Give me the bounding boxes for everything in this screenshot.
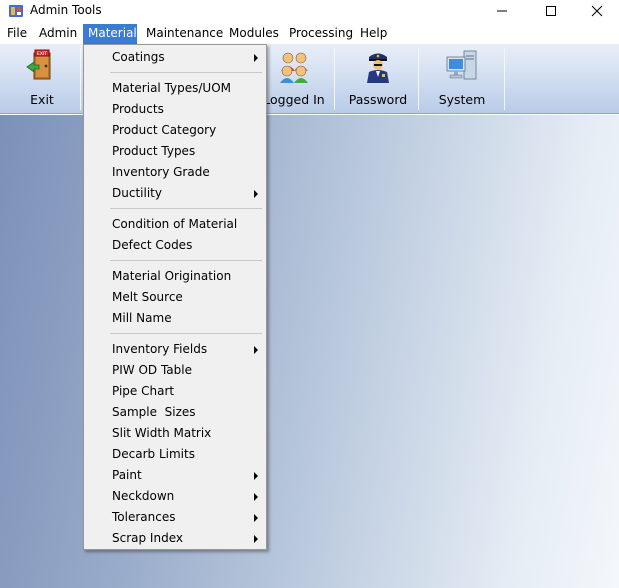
menu-separator [110, 72, 262, 73]
logged-in-label: Logged In [263, 92, 325, 107]
menu-item-label: Sample Sizes [112, 405, 196, 419]
window-title: Admin Tools [30, 3, 102, 17]
menu-item-label: Coatings [112, 50, 165, 64]
exit-button[interactable]: EXIT Exit [4, 46, 80, 112]
password-label: Password [348, 92, 408, 107]
police-officer-icon [361, 49, 395, 83]
menu-item-decarb-limits[interactable]: Decarb Limits [84, 444, 266, 465]
menu-item-neckdown[interactable]: Neckdown [84, 486, 266, 507]
menu-material[interactable]: Material [83, 24, 137, 44]
menu-item-products[interactable]: Products [84, 99, 266, 120]
system-button[interactable]: System [424, 46, 500, 112]
menu-item-label: Defect Codes [112, 238, 193, 252]
menu-item-label: Tolerances [112, 510, 176, 524]
menu-item-sample-sizes[interactable]: Sample Sizes [84, 402, 266, 423]
chevron-right-icon [254, 493, 258, 501]
chevron-right-icon [254, 346, 258, 354]
menu-separator [110, 260, 262, 261]
menu-item-label: Product Types [112, 144, 196, 158]
menu-maintenance[interactable]: Maintenance [141, 24, 228, 44]
maximize-button[interactable] [528, 0, 574, 22]
menu-item-mill-name[interactable]: Mill Name [84, 308, 266, 329]
menu-item-label: PIW OD Table [112, 363, 192, 377]
menu-item-piw-od-table[interactable]: PIW OD Table [84, 360, 266, 381]
menu-separator [110, 333, 262, 334]
menu-item-label: Inventory Grade [112, 165, 210, 179]
menu-item-label: Inventory Fields [112, 342, 208, 356]
menu-item-label: Scrap Index [112, 531, 183, 545]
menu-modules[interactable]: Modules [224, 24, 284, 44]
menu-item-pipe-chart[interactable]: Pipe Chart [84, 381, 266, 402]
chevron-right-icon [254, 472, 258, 480]
menu-item-product-types[interactable]: Product Types [84, 141, 266, 162]
maximize-icon [546, 6, 556, 16]
logged-in-button[interactable]: Logged In [258, 46, 330, 112]
minimize-button[interactable] [479, 0, 525, 22]
menu-item-coatings[interactable]: Coatings [84, 47, 266, 68]
menu-help[interactable]: Help [355, 24, 392, 44]
menu-item-inventory-fields[interactable]: Inventory Fields [84, 339, 266, 360]
menu-item-label: Melt Source [112, 290, 183, 304]
users-icon [277, 49, 311, 83]
toolbar-separator [418, 48, 419, 110]
menu-item-material-origination[interactable]: Material Origination [84, 266, 266, 287]
menu-separator [110, 208, 262, 209]
menu-item-label: Products [112, 102, 164, 116]
menu-item-tolerances[interactable]: Tolerances [84, 507, 266, 528]
exit-label: Exit [30, 92, 54, 107]
menu-processing[interactable]: Processing [284, 24, 358, 44]
menu-item-label: Decarb Limits [112, 447, 195, 461]
menu-item-label: Paint [112, 468, 142, 482]
menu-item-ductility[interactable]: Ductility [84, 183, 266, 204]
svg-text:EXIT: EXIT [37, 51, 47, 57]
menu-item-label: Product Category [112, 123, 217, 137]
minimize-icon [497, 10, 507, 12]
menu-admin[interactable]: Admin [34, 24, 82, 44]
menu-item-label: Material Origination [112, 269, 232, 283]
system-label: System [438, 92, 486, 107]
chevron-right-icon [254, 535, 258, 543]
chevron-right-icon [254, 514, 258, 522]
menu-item-material-types-uom[interactable]: Material Types/UOM [84, 78, 266, 99]
menu-item-label: Mill Name [112, 311, 172, 325]
title-bar[interactable]: Admin Tools [0, 0, 619, 22]
menu-item-label: Material Types/UOM [112, 81, 232, 95]
menu-item-defect-codes[interactable]: Defect Codes [84, 235, 266, 256]
menu-item-melt-source[interactable]: Melt Source [84, 287, 266, 308]
menu-file[interactable]: File [2, 24, 32, 44]
chevron-right-icon [254, 190, 258, 198]
close-button[interactable] [574, 0, 619, 22]
menu-item-scrap-index[interactable]: Scrap Index [84, 528, 266, 549]
menu-item-label: Slit Width Matrix [112, 426, 212, 440]
app-icon [8, 3, 24, 19]
menu-item-label: Pipe Chart [112, 384, 175, 398]
menu-item-paint[interactable]: Paint [84, 465, 266, 486]
toolbar-separator [334, 48, 335, 110]
menu-item-label: Neckdown [112, 489, 175, 503]
computer-icon [445, 49, 479, 83]
menu-bar: File Admin Material Maintenance Modules … [0, 24, 619, 44]
exit-door-icon: EXIT [25, 49, 59, 83]
menu-item-slit-width-matrix[interactable]: Slit Width Matrix [84, 423, 266, 444]
menu-item-product-category[interactable]: Product Category [84, 120, 266, 141]
password-button[interactable]: Password [340, 46, 416, 112]
menu-item-condition-of-material[interactable]: Condition of Material [84, 214, 266, 235]
toolbar-separator [80, 48, 81, 110]
menu-item-label: Ductility [112, 186, 162, 200]
chevron-right-icon [254, 54, 258, 62]
menu-item-inventory-grade[interactable]: Inventory Grade [84, 162, 266, 183]
menu-item-label: Condition of Material [112, 217, 238, 231]
material-menu-dropdown: Coatings Material Types/UOM Products Pro… [83, 44, 267, 550]
close-icon [591, 5, 603, 17]
toolbar-separator [504, 48, 505, 110]
